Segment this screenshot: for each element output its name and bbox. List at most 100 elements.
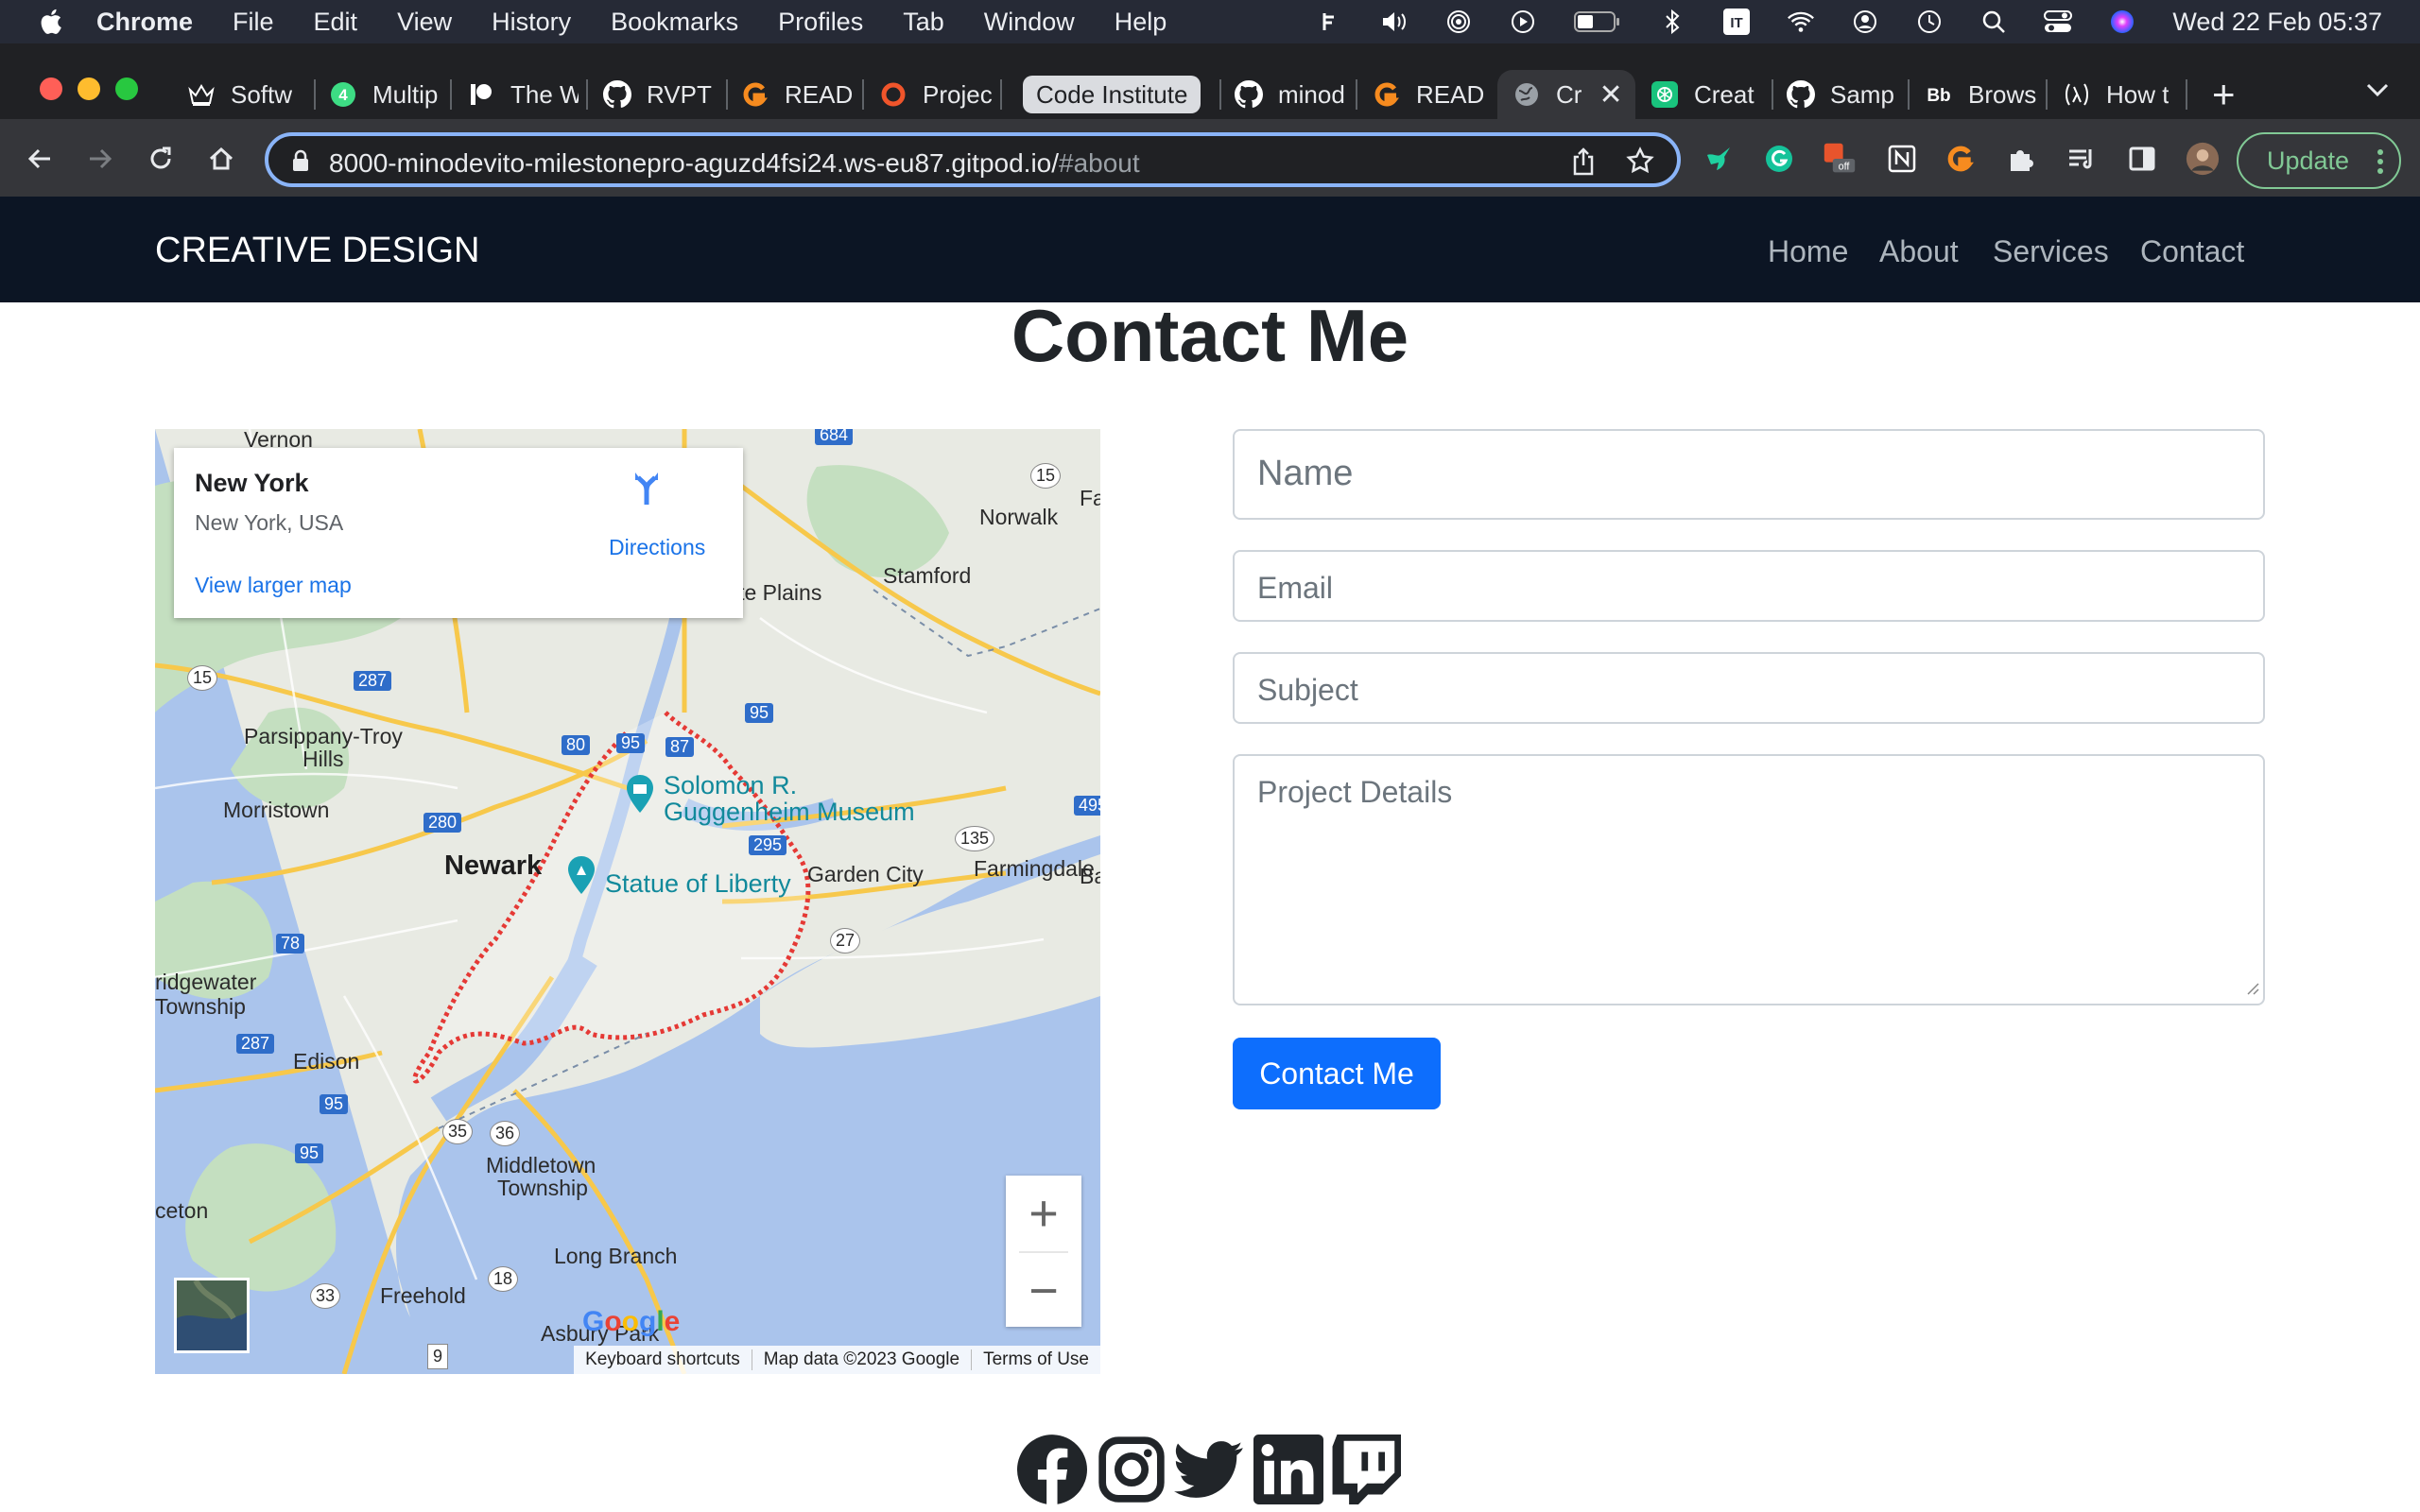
maximize-window-button[interactable]: [115, 77, 138, 100]
new-tab-button[interactable]: +: [2212, 72, 2236, 117]
menu-view[interactable]: View: [397, 8, 452, 37]
satellite-view-toggle[interactable]: [174, 1278, 250, 1353]
off-extension-icon[interactable]: off: [1823, 142, 1857, 176]
menu-file[interactable]: File: [233, 8, 274, 37]
url-text[interactable]: 8000-minodevito-milestonepro-aguzd4fsi24…: [329, 148, 1140, 179]
tab-creat[interactable]: Creat: [1651, 70, 1762, 119]
tab-separator: [450, 79, 452, 110]
menubar-clock[interactable]: Wed 22 Feb 05:37: [2172, 8, 2382, 37]
notion-icon[interactable]: [1885, 142, 1919, 176]
tab-how-t[interactable]: How t: [2063, 70, 2176, 119]
nav-about[interactable]: About: [1879, 234, 1959, 269]
directions-icon[interactable]: [628, 469, 666, 507]
twitch-icon[interactable]: [1331, 1435, 1401, 1504]
back-icon[interactable]: [23, 142, 57, 176]
user-icon[interactable]: [1851, 8, 1879, 36]
control-center-icon[interactable]: [2044, 8, 2073, 36]
play-icon[interactable]: [1509, 8, 1537, 36]
reload-icon[interactable]: [144, 142, 178, 176]
close-tab-icon[interactable]: ✕: [1599, 78, 1622, 112]
address-bar[interactable]: 8000-minodevito-milestonepro-aguzd4fsi24…: [265, 132, 1681, 187]
twitter-icon[interactable]: [1174, 1435, 1244, 1504]
textarea-resize-handle-icon[interactable]: [2244, 980, 2259, 1000]
view-larger-map-link[interactable]: View larger map: [195, 573, 352, 598]
menu-help[interactable]: Help: [1115, 8, 1167, 37]
side-panel-icon[interactable]: [2125, 142, 2159, 176]
grammarly-icon[interactable]: [1762, 142, 1796, 176]
bluetooth-icon[interactable]: [1658, 8, 1686, 36]
tab-read-2[interactable]: READ: [1373, 70, 1484, 119]
tab-read[interactable]: READ: [741, 70, 855, 119]
tab-samp[interactable]: Samp: [1787, 70, 1900, 119]
extensions-puzzle-icon[interactable]: [2004, 142, 2038, 176]
landmark-pin-icon[interactable]: [565, 854, 597, 901]
menu-chrome[interactable]: Chrome: [96, 8, 193, 37]
map-label-guggenheim[interactable]: Guggenheim Museum: [664, 798, 915, 827]
wifi-icon[interactable]: [1787, 8, 1815, 36]
github-icon: [1787, 80, 1815, 109]
chrome-update-button[interactable]: Update: [2237, 132, 2401, 189]
site-brand[interactable]: CREATIVE DESIGN: [155, 231, 479, 271]
siri-icon[interactable]: [2108, 8, 2136, 36]
google-map-embed[interactable]: 684 15 287 15 80 95 87 95 280 495 295 13…: [155, 429, 1100, 1374]
menu-bookmarks[interactable]: Bookmarks: [611, 8, 738, 37]
museum-pin-icon[interactable]: [624, 773, 656, 819]
instagram-icon[interactable]: [1097, 1435, 1167, 1504]
route-shield: 87: [666, 737, 695, 757]
project-details-textarea[interactable]: Project Details: [1233, 754, 2265, 1005]
input-source-icon[interactable]: IT: [1722, 8, 1751, 36]
contact-submit-button[interactable]: Contact Me: [1233, 1038, 1441, 1109]
battery-icon[interactable]: [1573, 8, 1622, 36]
home-icon[interactable]: [204, 142, 238, 176]
menu-history[interactable]: History: [492, 8, 571, 37]
tab-softw[interactable]: Softw: [187, 70, 306, 119]
tab-brows[interactable]: Bb Brows: [1925, 70, 2038, 119]
menu-edit[interactable]: Edit: [314, 8, 358, 37]
profile-avatar[interactable]: [2186, 142, 2220, 176]
spotlight-icon[interactable]: [1979, 8, 2008, 36]
svg-text:Bb: Bb: [1927, 86, 1950, 106]
tab-active-cr[interactable]: Cr ✕: [1497, 70, 1635, 119]
map-zoom-control: + −: [1006, 1176, 1081, 1327]
email-input[interactable]: Email: [1233, 550, 2265, 622]
facebook-icon[interactable]: [1017, 1435, 1088, 1504]
tab-projec[interactable]: Projec: [879, 70, 993, 119]
menu-window[interactable]: Window: [984, 8, 1075, 37]
kebab-menu-icon[interactable]: [2377, 147, 2384, 182]
close-window-button[interactable]: [40, 77, 62, 100]
bookmark-star-icon[interactable]: [1626, 146, 1654, 180]
minimize-window-button[interactable]: [78, 77, 100, 100]
zoom-out-button[interactable]: −: [1006, 1253, 1081, 1329]
terms-of-use-link[interactable]: Terms of Use: [971, 1349, 1100, 1370]
map-label-statue-of-liberty[interactable]: Statue of Liberty: [605, 869, 791, 899]
share-icon[interactable]: [1571, 147, 1596, 180]
forward-icon[interactable]: [83, 142, 117, 176]
nav-home[interactable]: Home: [1768, 234, 1848, 269]
map-label-guggenheim[interactable]: Solomon R.: [664, 771, 797, 800]
directions-link[interactable]: Directions: [609, 535, 705, 560]
orange-g-extension-icon[interactable]: [1944, 142, 1978, 176]
lock-icon[interactable]: [291, 149, 310, 177]
subject-input[interactable]: Subject: [1233, 652, 2265, 724]
volume-icon[interactable]: [1380, 8, 1409, 36]
nav-contact[interactable]: Contact: [2140, 234, 2244, 269]
nav-services[interactable]: Services: [1993, 234, 2109, 269]
tab-rvpt[interactable]: RVPT: [603, 70, 717, 119]
fantastical-icon[interactable]: [1316, 8, 1344, 36]
tab-group-code-institute[interactable]: Code Institute: [1023, 76, 1201, 113]
zoom-in-button[interactable]: +: [1006, 1176, 1081, 1251]
tab-multip[interactable]: 4 Multip: [329, 70, 441, 119]
time-machine-icon[interactable]: [1915, 8, 1944, 36]
menu-profiles[interactable]: Profiles: [778, 8, 863, 37]
tab-search-chevron-icon[interactable]: [2365, 81, 2390, 103]
linkedin-icon[interactable]: [1253, 1435, 1323, 1504]
name-input[interactable]: Name: [1233, 429, 2265, 520]
keyboard-shortcuts-link[interactable]: Keyboard shortcuts: [574, 1349, 752, 1370]
airdrop-icon[interactable]: [1444, 8, 1473, 36]
apple-icon[interactable]: [36, 6, 68, 38]
tab-the-w[interactable]: The W: [467, 70, 579, 119]
menu-tab[interactable]: Tab: [903, 8, 944, 37]
tab-minod[interactable]: minod: [1235, 70, 1348, 119]
hummingbird-extension-icon[interactable]: [1702, 142, 1736, 176]
reading-list-icon[interactable]: [2065, 142, 2099, 176]
